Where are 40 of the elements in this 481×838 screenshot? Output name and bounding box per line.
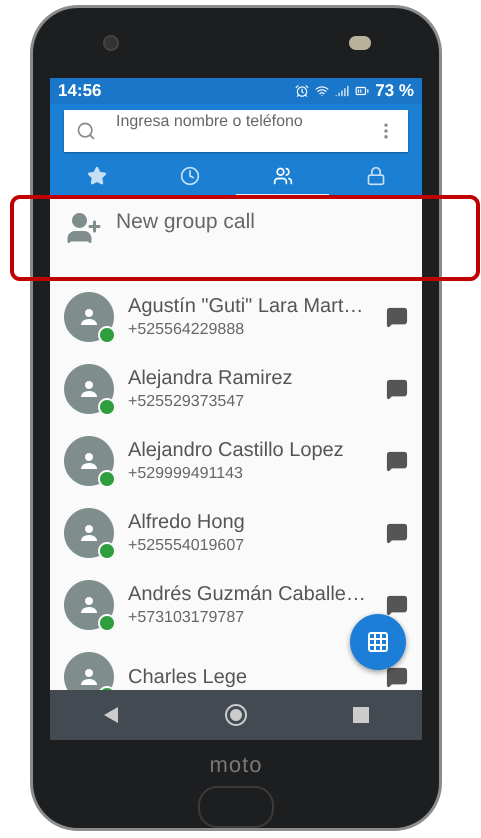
contact-phone: +529999491143 [128,465,244,483]
home-icon[interactable] [224,703,248,727]
add-group-icon [66,210,102,246]
search-field[interactable]: Ingresa nombre o teléfono [64,110,408,152]
contact-name[interactable]: Alejandro Castillo Lopez [128,439,372,462]
contact-name[interactable]: Alejandra Ramirez [128,367,372,390]
clock-icon [180,166,200,186]
search-icon [76,121,96,141]
contact-phone: +525554019607 [128,537,246,555]
contact-name[interactable]: Alfredo Hong [128,511,372,534]
star-icon [86,166,106,186]
wifi-icon [315,84,330,98]
dialpad-button[interactable] [350,614,406,670]
battery-percent: 73 % [375,81,414,101]
contact-phone: +573103179787 [128,609,246,627]
message-icon[interactable] [386,378,408,400]
message-icon[interactable] [386,666,408,688]
message-icon[interactable] [386,594,408,616]
contact-name[interactable]: Charles Lege [128,666,372,688]
battery-icon [355,84,370,98]
dialpad-icon [366,630,390,654]
message-icon[interactable] [386,450,408,472]
recents-icon[interactable] [353,707,370,723]
sensor-icon [349,36,371,50]
search-input[interactable]: Ingresa nombre o teléfono [116,110,356,152]
contact-phone: +525564229888 [128,321,246,339]
contact-name[interactable]: Agustín "Guti" Lara Mart… [128,295,372,318]
alarm-icon [295,84,310,98]
message-icon[interactable] [386,522,408,544]
signal-icon [335,84,350,98]
camera-icon [103,35,119,51]
back-icon[interactable] [102,706,119,724]
message-icon[interactable] [386,306,408,328]
new-group-call-label[interactable]: New group call [116,210,255,234]
clock-time: 14:56 [58,81,102,101]
people-icon [272,166,292,186]
contact-phone: +525529373547 [128,393,246,411]
lock-icon [366,166,386,186]
contact-name[interactable]: Andrés Guzmán Caballe… [128,583,372,606]
brand-logo: moto [210,752,262,778]
